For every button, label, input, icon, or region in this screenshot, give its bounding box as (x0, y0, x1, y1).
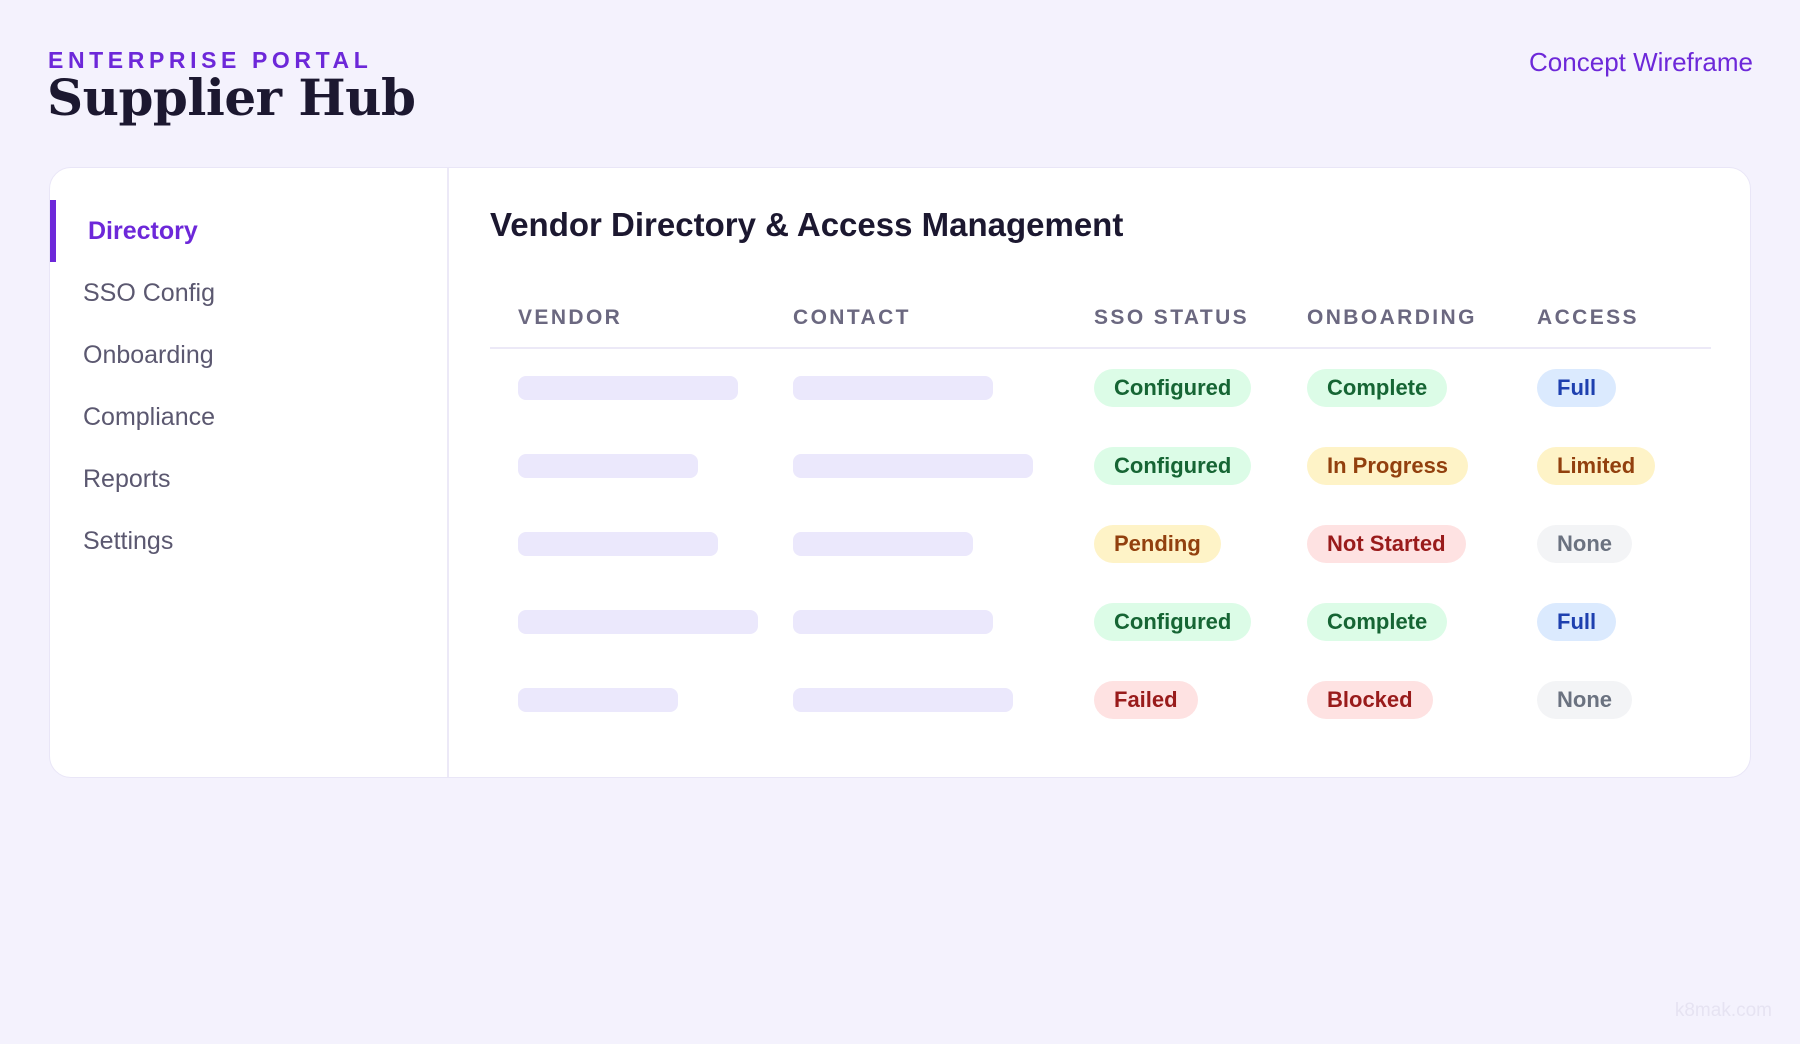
onboarding-cell: In Progress (1307, 447, 1537, 485)
column-header-contact[interactable]: CONTACT (792, 306, 1094, 330)
sidebar-item-compliance[interactable]: Compliance (50, 386, 447, 448)
sidebar-item-directory[interactable]: Directory (50, 200, 447, 262)
access-badge: None (1537, 525, 1632, 563)
sidebar-item-settings[interactable]: Settings (50, 510, 447, 572)
sso-status-badge: Configured (1094, 447, 1252, 485)
vendor-placeholder (518, 454, 698, 478)
table-row[interactable]: Configured Complete Full (490, 349, 1711, 427)
contact-placeholder (793, 532, 973, 556)
vendor-table: VENDOR CONTACT SSO STATUS ONBOARDING ACC… (490, 289, 1711, 739)
contact-placeholder (793, 454, 1033, 478)
onboarding-cell: Blocked (1307, 681, 1537, 719)
onboarding-status-badge: Not Started (1307, 525, 1466, 563)
vendor-cell (490, 454, 792, 478)
vendor-cell (490, 376, 792, 400)
column-header-vendor[interactable]: VENDOR (490, 306, 792, 330)
table-row[interactable]: Failed Blocked None (490, 661, 1711, 739)
column-header-sso-status[interactable]: SSO STATUS (1094, 306, 1307, 330)
contact-cell (792, 376, 1094, 400)
contact-placeholder (793, 610, 993, 634)
column-header-onboarding[interactable]: ONBOARDING (1307, 306, 1537, 330)
sso-status-cell: Pending (1094, 525, 1307, 563)
sso-status-badge: Configured (1094, 603, 1252, 641)
contact-cell (792, 610, 1094, 634)
contact-placeholder (793, 688, 1013, 712)
onboarding-status-badge: Complete (1307, 369, 1448, 407)
access-badge: Limited (1537, 447, 1656, 485)
section-title: Vendor Directory & Access Management (490, 206, 1124, 243)
column-header-access[interactable]: ACCESS (1537, 306, 1711, 330)
vendor-placeholder (518, 610, 758, 634)
onboarding-status-badge: Complete (1307, 603, 1448, 641)
sidebar-item-sso-config[interactable]: SSO Config (50, 262, 447, 324)
sidebar: Directory SSO Config Onboarding Complian… (50, 168, 449, 777)
contact-placeholder (793, 376, 993, 400)
main-card: Directory SSO Config Onboarding Complian… (49, 167, 1751, 778)
vendor-placeholder (518, 376, 738, 400)
vendor-cell (490, 532, 792, 556)
vendor-cell (490, 610, 792, 634)
contact-cell (792, 532, 1094, 556)
onboarding-status-badge: Blocked (1307, 681, 1433, 719)
table-row[interactable]: Pending Not Started None (490, 505, 1711, 583)
contact-cell (792, 454, 1094, 478)
sso-status-cell: Configured (1094, 369, 1307, 407)
concept-wireframe-link[interactable]: Concept Wireframe (1529, 47, 1753, 78)
access-cell: Full (1537, 369, 1711, 407)
sidebar-item-reports[interactable]: Reports (50, 448, 447, 510)
sso-status-cell: Configured (1094, 603, 1307, 641)
onboarding-cell: Complete (1307, 369, 1537, 407)
onboarding-status-badge: In Progress (1307, 447, 1469, 485)
sso-status-badge: Failed (1094, 681, 1198, 719)
table-header: VENDOR CONTACT SSO STATUS ONBOARDING ACC… (490, 289, 1711, 349)
page: ENTERPRISE PORTAL Supplier Hub Concept W… (0, 0, 1800, 1044)
access-badge: Full (1537, 603, 1617, 641)
sso-status-badge: Pending (1094, 525, 1221, 563)
table-row[interactable]: Configured Complete Full (490, 583, 1711, 661)
table-row[interactable]: Configured In Progress Limited (490, 427, 1711, 505)
main-content: Vendor Directory & Access Management VEN… (449, 168, 1750, 777)
sso-status-badge: Configured (1094, 369, 1252, 407)
watermark: k8mak.com (1674, 1000, 1772, 1021)
sso-status-cell: Configured (1094, 447, 1307, 485)
access-cell: None (1537, 681, 1711, 719)
onboarding-cell: Not Started (1307, 525, 1537, 563)
sidebar-item-onboarding[interactable]: Onboarding (50, 324, 447, 386)
access-cell: Full (1537, 603, 1711, 641)
access-cell: Limited (1537, 447, 1711, 485)
sso-status-cell: Failed (1094, 681, 1307, 719)
access-badge: None (1537, 681, 1632, 719)
page-title: Supplier Hub (47, 68, 416, 127)
vendor-placeholder (518, 532, 718, 556)
onboarding-cell: Complete (1307, 603, 1537, 641)
contact-cell (792, 688, 1094, 712)
vendor-cell (490, 688, 792, 712)
access-cell: None (1537, 525, 1711, 563)
vendor-placeholder (518, 688, 678, 712)
access-badge: Full (1537, 369, 1617, 407)
